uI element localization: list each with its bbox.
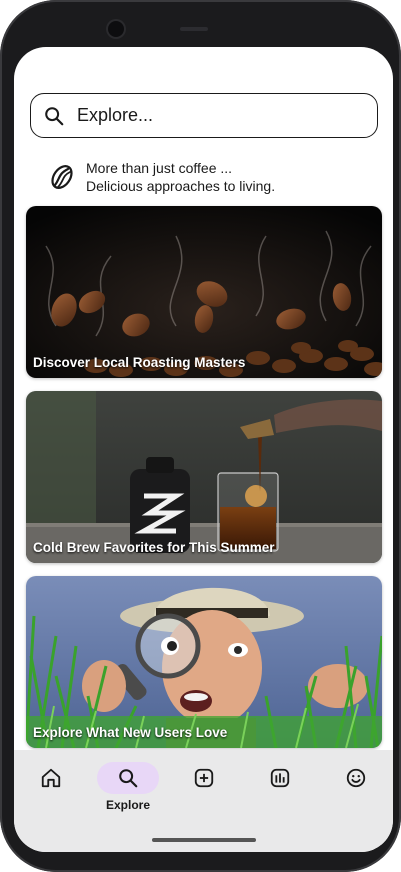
phone-frame: Explore... More than just coffee ... Del…	[0, 0, 401, 872]
camera-area	[100, 18, 208, 40]
nav-profile[interactable]	[324, 762, 388, 822]
add-icon	[194, 768, 214, 788]
nav-explore-pill	[97, 762, 159, 794]
tagline-text: More than just coffee ... Delicious appr…	[86, 159, 275, 195]
tagline-line-1: More than just coffee ...	[86, 160, 233, 176]
nav-stats-pill	[249, 762, 311, 794]
search-icon	[119, 769, 138, 788]
camera-icon	[108, 21, 124, 37]
search-input[interactable]: Explore...	[30, 93, 378, 138]
feature-card-new-users[interactable]: Explore What New Users Love	[26, 576, 382, 748]
feature-card-roasting[interactable]: Discover Local Roasting Masters	[26, 206, 382, 378]
nav-add[interactable]	[172, 762, 236, 822]
cold-brew-image	[26, 391, 382, 563]
card-title: Discover Local Roasting Masters	[33, 355, 246, 370]
explorer-image	[26, 576, 382, 748]
smiley-icon	[346, 768, 366, 788]
nav-stats[interactable]	[248, 762, 312, 822]
feature-card-cold-brew[interactable]: Cold Brew Favorites for This Summer	[26, 391, 382, 563]
search-icon	[45, 106, 64, 125]
tagline: More than just coffee ... Delicious appr…	[48, 159, 275, 195]
gesture-bar[interactable]	[152, 838, 256, 842]
bottom-navigation: Explore	[14, 750, 393, 852]
speaker-slot	[180, 27, 208, 31]
nav-home-pill	[20, 762, 82, 794]
card-title: Cold Brew Favorites for This Summer	[33, 540, 275, 555]
app-screen: Explore... More than just coffee ... Del…	[14, 47, 393, 852]
nav-home[interactable]	[19, 762, 83, 822]
nav-profile-pill	[325, 762, 387, 794]
nav-add-pill	[173, 762, 235, 794]
nav-explore-label: Explore	[105, 798, 150, 812]
search-placeholder: Explore...	[77, 105, 154, 125]
coffee-bean-icon	[51, 165, 73, 189]
nav-explore[interactable]: Explore	[96, 762, 160, 822]
tagline-line-2: Delicious approaches to living.	[86, 178, 276, 194]
stats-icon	[270, 768, 290, 788]
home-icon	[41, 768, 61, 788]
card-title: Explore What New Users Love	[33, 725, 228, 740]
coffee-beans-image	[26, 206, 382, 378]
